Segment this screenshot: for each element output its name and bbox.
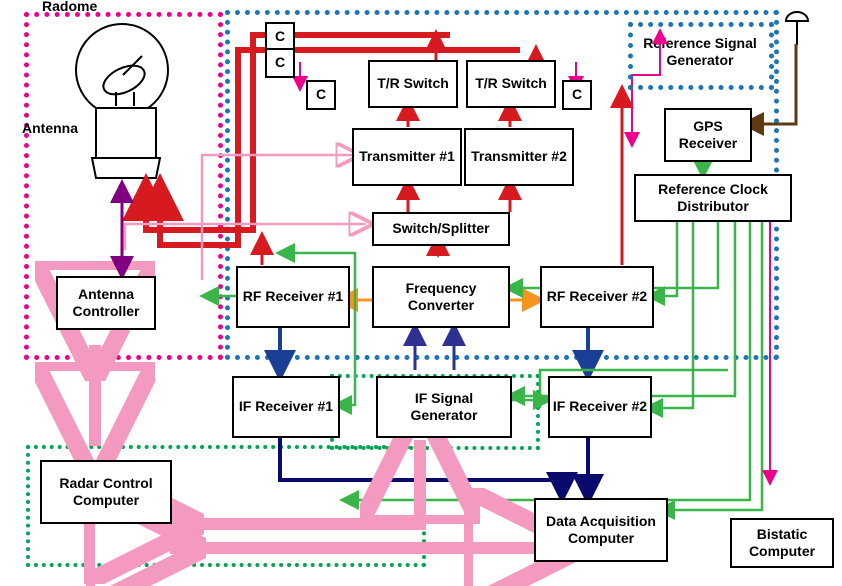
transmitter-1: Transmitter #1 <box>352 128 462 186</box>
switch-splitter: Switch/Splitter <box>372 212 510 246</box>
gps-receiver: GPS Receiver <box>664 108 752 162</box>
c-box-3: C <box>306 80 336 110</box>
if-signal-generator: IF Signal Generator <box>376 376 512 438</box>
transmitter-2: Transmitter #2 <box>464 128 574 186</box>
rf-receiver-1: RF Receiver #1 <box>236 266 350 328</box>
if-receiver-2: IF Receiver #2 <box>548 376 652 438</box>
bistatic-computer: Bistatic Computer <box>730 518 834 568</box>
antenna-controller: Antenna Controller <box>56 276 156 330</box>
reference-clock-distributor: Reference Clock Distributor <box>634 174 792 222</box>
rf-receiver-2: RF Receiver #2 <box>540 266 654 328</box>
c-box-4: C <box>562 80 592 110</box>
tr-switch-1: T/R Switch <box>368 60 458 108</box>
radar-control-computer: Radar Control Computer <box>40 460 172 524</box>
data-acquisition-computer: Data Acquisition Computer <box>534 498 668 562</box>
frequency-converter: Frequency Converter <box>372 266 510 328</box>
ref-sig-gen-region <box>628 22 774 90</box>
tr-switch-2: T/R Switch <box>466 60 556 108</box>
if-receiver-1: IF Receiver #1 <box>232 376 340 438</box>
c-box-2: C <box>265 48 295 78</box>
